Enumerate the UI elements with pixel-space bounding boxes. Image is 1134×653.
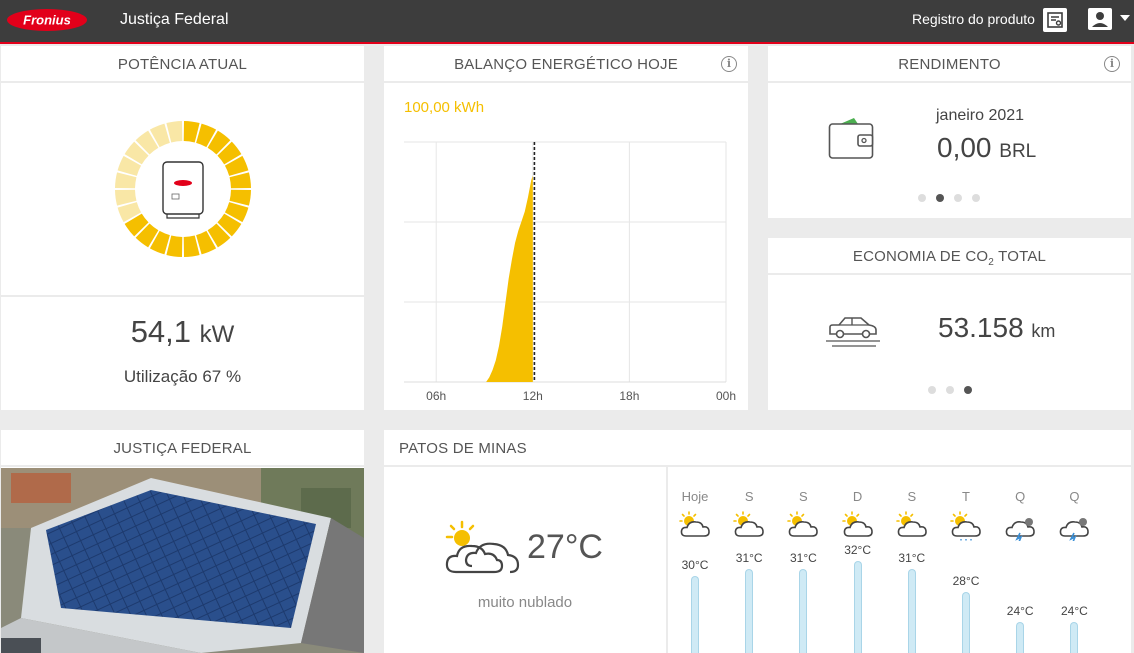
yield-unit: BRL [999,141,1037,162]
forecast-temp-label: 24°C [1060,604,1088,619]
forecast-day-label: D [852,489,863,504]
sun-cloud-icon [679,511,710,537]
co2-title-pre: ECONOMIA DE CO [852,248,989,265]
forecast-day-label: S [799,489,808,504]
user-icon[interactable] [1088,8,1112,30]
forecast-temp-label: 24°C [1006,604,1034,619]
forecast-day-label: Hoje [681,489,709,504]
co2-title-post: TOTAL [994,248,1047,265]
chevron-down-icon[interactable] [1120,15,1130,21]
forecast-temp-bar [691,576,699,653]
forecast-temp-label: 31°C [898,550,926,565]
forecast-temp-bar [907,568,916,653]
pager-dot[interactable] [918,194,926,202]
thunder-cloud-icon [1060,518,1090,541]
power-value: 54,1 kW [1,314,364,350]
forecast-day-label: T [962,489,970,504]
sun-cloud-icon [895,511,927,537]
x-tick-label: 12h [523,389,543,403]
co2-value: 53.158 km [938,312,1055,344]
forecast-temp-bar [853,561,862,653]
forecast-temp-label: 30°C [681,558,709,573]
y-axis-max-label: 100,00 kWh [404,99,484,116]
weather-location-title: PATOS DE MINAS [384,430,1131,467]
logo-text: Fronius [23,13,71,28]
energy-balance-card: BALANÇO ENERGÉTICO HOJE i 100,00 kWh 06h 1… [384,46,748,410]
pager-dot[interactable] [946,386,954,394]
product-registration-link[interactable]: Registro do produto [912,10,1035,28]
weather-forecast: Hoje 30°C S 31°C S 31°C D 32°C S 31°C T 28°C Q 24°C Q 2… [668,467,1131,653]
sun-cloud-icon [841,511,873,537]
sun-cloud-icon [445,520,520,574]
pager-dot[interactable] [936,194,944,202]
forecast-temp-label: 28°C [952,573,980,588]
fronius-logo[interactable]: Fronius [6,8,88,32]
energy-balance-title: BALANÇO ENERGÉTICO HOJE [384,46,748,83]
current-power-card: POTÊNCIA ATUAL 54,1 kW Utilização 67 % [1,46,364,410]
forecast-day-label: S [744,489,754,504]
forecast-temp-bar [1016,622,1025,653]
pager-dot[interactable] [964,386,972,394]
co2-pager [928,386,972,394]
forecast-temp-bar [799,568,808,653]
power-unit: kW [199,321,235,348]
yield-period: janeiro 2021 [936,107,1025,124]
registration-icon[interactable] [1043,8,1067,32]
forecast-temp-label: 31°C [789,550,817,565]
co2-unit: km [1031,321,1056,341]
co2-savings-title: ECONOMIA DE CO2 TOTAL [768,238,1131,275]
site-photo[interactable] [1,468,364,653]
forecast-temp-bar [962,591,970,653]
co2-savings-card: ECONOMIA DE CO2 TOTAL 53.158 km [768,238,1131,410]
info-icon[interactable]: i [1104,56,1120,72]
x-tick-label: 06h [426,389,446,403]
current-power-title: POTÊNCIA ATUAL [1,46,364,83]
divider [1,295,364,297]
yield-pager [918,194,980,202]
pager-dot[interactable] [928,386,936,394]
forecast-day-label: Q [1069,489,1080,504]
current-condition: muito nublado [477,594,573,611]
sun-cloud-icon [787,511,819,537]
forecast-temp-label: 31°C [735,550,763,565]
yield-title: RENDIMENTO [768,46,1131,83]
inverter-icon [162,161,204,219]
power-number: 54,1 [130,314,192,349]
power-utilization: Utilização 67 % [123,367,242,386]
energy-balance-chart: 100,00 kWh 06h 12h 18h 00h [404,99,736,403]
forecast-temp-bar [1070,622,1079,653]
energy-balance-title-text: BALANÇO ENERGÉTICO HOJE [454,56,678,73]
power-gauge [115,121,251,257]
forecast-day-label: S [907,489,917,504]
site-photo-card: JUSTIÇA FEDERAL [1,430,364,653]
x-tick-label: 18h [619,389,639,403]
x-tick-label: 00h [716,389,736,403]
weather-card: PATOS DE MINAS 27°C muito nublado Hoje 30… [384,430,1131,653]
sun-cloud-rain-icon [950,511,981,541]
sun-cloud-icon [733,511,764,537]
current-temperature: 27°C [527,528,603,566]
top-bar: Fronius Justiça Federal Registro do prod… [0,0,1134,44]
info-icon[interactable]: i [721,56,737,72]
pager-dot[interactable] [954,194,962,202]
site-title: Justiça Federal [120,11,229,28]
forecast-temp-bar [745,568,754,653]
forecast-temp-label: 32°C [844,543,871,557]
pager-dot[interactable] [972,194,980,202]
yield-value: 0,00 BRL [937,132,1036,164]
wallet-icon [828,118,874,159]
yield-number: 0,00 [937,132,992,163]
production-area [486,175,533,382]
thunder-cloud-icon [1005,518,1035,541]
yield-card: RENDIMENTO i janeiro 2021 0,00 BRL [768,46,1131,218]
forecast-day-label: Q [1015,489,1026,504]
car-icon [826,317,880,347]
co2-number: 53.158 [938,312,1024,343]
site-photo-title: JUSTIÇA FEDERAL [1,430,364,467]
